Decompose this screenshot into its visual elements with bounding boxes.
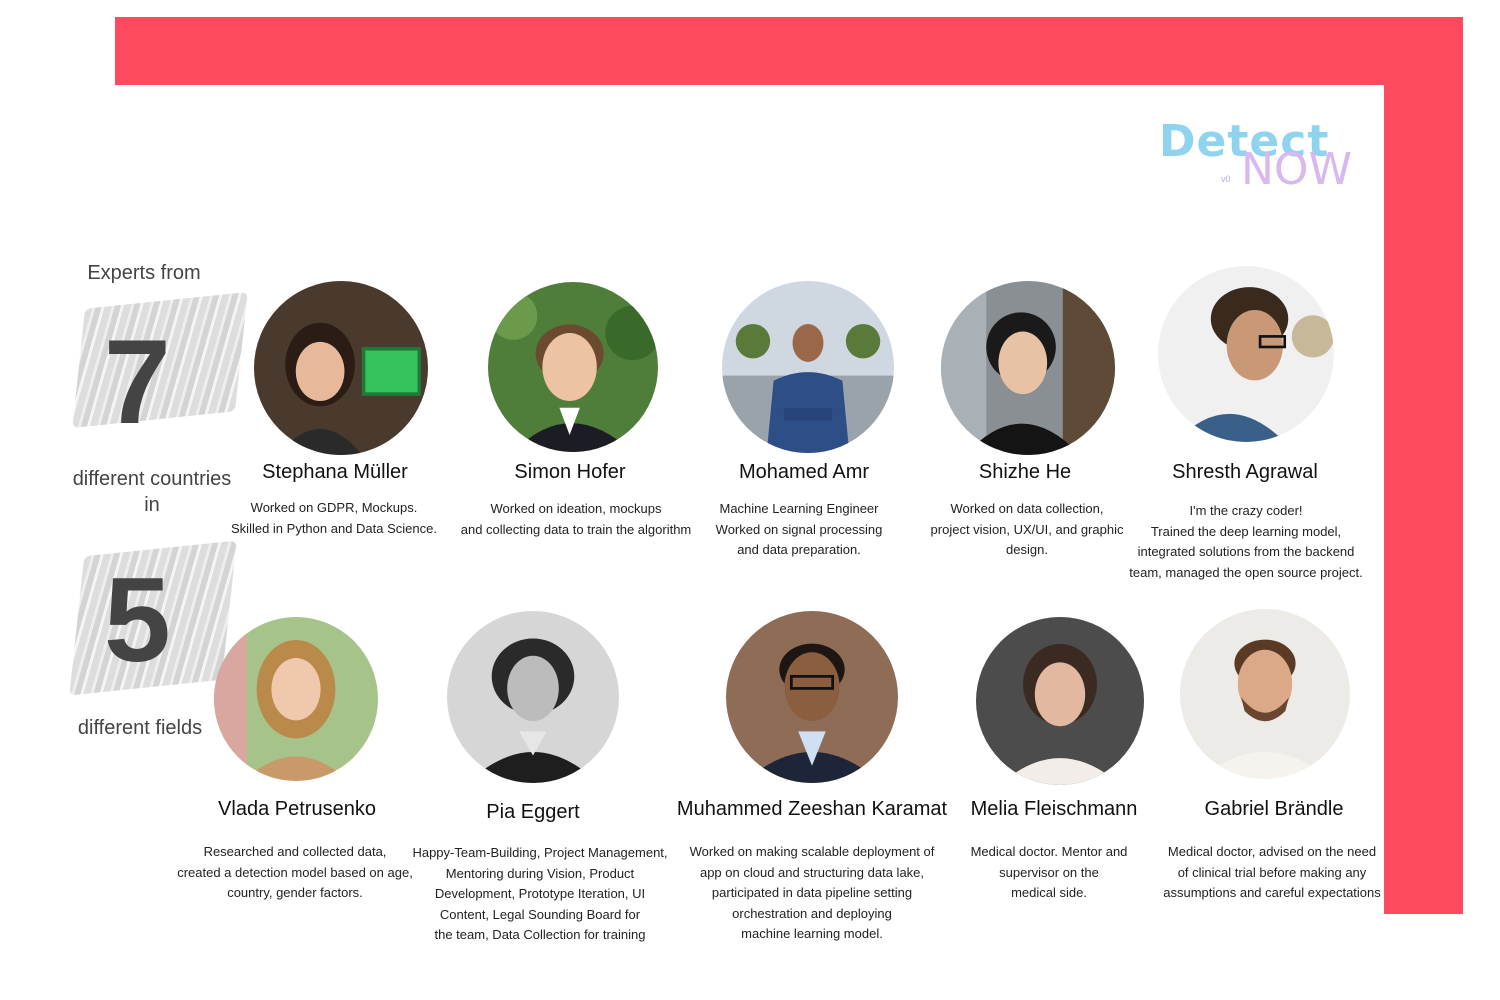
description-line: Worked on making scalable deployment of bbox=[689, 844, 935, 859]
logo-version: v0 bbox=[1221, 174, 1231, 184]
avatar-mohamed bbox=[722, 281, 894, 453]
person-name: Shizhe He bbox=[978, 461, 1072, 483]
description-line: Machine Learning Engineer bbox=[719, 501, 879, 516]
description-line: and collecting data to train the algorit… bbox=[460, 521, 692, 537]
person-description: Machine Learning Engineer Worked on sign… bbox=[716, 499, 883, 561]
description-line: Medical doctor, advised on the need bbox=[1167, 844, 1377, 859]
person-description: Worked on GDPR, Mockups. Skilled in Pyth… bbox=[231, 498, 437, 539]
person-name: Gabriel Brändle bbox=[1204, 798, 1344, 820]
person-name: Mohamed Amr bbox=[738, 461, 870, 483]
description-line: and data preparation. bbox=[737, 542, 861, 557]
description-line: participated in data pipeline setting bbox=[711, 885, 913, 900]
description-line: Worked on ideation, mockups bbox=[490, 501, 662, 516]
person-description: Medical doctor. Mentor and supervisor on… bbox=[971, 842, 1128, 904]
description-line: design. bbox=[1006, 542, 1048, 557]
avatar-shresth bbox=[1158, 266, 1334, 442]
description-line: team, managed the open source project. bbox=[1129, 564, 1363, 580]
description-line: of clinical trial before making any bbox=[1177, 864, 1367, 880]
experts-from-label: Experts from bbox=[87, 262, 201, 284]
in-label: in bbox=[144, 494, 160, 516]
description-line: Researched and collected data, bbox=[203, 844, 387, 859]
description-line: Trained the deep learning model, bbox=[1150, 523, 1342, 539]
description-line: orchestration and deploying bbox=[732, 905, 892, 921]
description-line: Happy-Team-Building, Project Management, bbox=[412, 845, 668, 860]
avatar-muhammed bbox=[726, 611, 898, 783]
avatar-pia bbox=[447, 611, 619, 783]
avatar-stephana bbox=[254, 281, 428, 455]
person-description: Researched and collected data, created a… bbox=[177, 842, 413, 904]
description-line: Medical doctor. Mentor and bbox=[970, 844, 1128, 859]
avatar-vlada bbox=[214, 617, 378, 781]
description-line: machine learning model. bbox=[741, 926, 883, 941]
person-description: Worked on ideation, mockups and collecti… bbox=[461, 499, 692, 540]
avatar-gabriel bbox=[1180, 609, 1350, 779]
countries-label: different countries bbox=[72, 468, 232, 490]
person-name: Muhammed Zeeshan Karamat bbox=[676, 798, 948, 820]
description-line: Development, Prototype Iteration, UI bbox=[434, 886, 646, 901]
person-name: Simon Hofer bbox=[514, 461, 626, 483]
fields-number: 5 bbox=[104, 553, 171, 687]
description-line: the team, Data Collection for training bbox=[434, 927, 646, 942]
description-line: app on cloud and structuring data lake, bbox=[699, 864, 925, 880]
description-line: supervisor on the bbox=[999, 864, 1099, 880]
detectnow-logo: Detect v0 NOW bbox=[1155, 110, 1355, 200]
description-line: created a detection model based on age, bbox=[177, 864, 413, 880]
person-description: I'm the crazy coder! Trained the deep le… bbox=[1129, 501, 1362, 583]
avatar-shizhe bbox=[941, 281, 1115, 455]
person-name: Vlada Petrusenko bbox=[218, 798, 376, 820]
description-line: Worked on GDPR, Mockups. bbox=[250, 500, 418, 515]
description-line: I'm the crazy coder! bbox=[1189, 503, 1303, 518]
description-line: integrated solutions from the backend bbox=[1137, 544, 1355, 559]
person-description: Worked on making scalable deployment of … bbox=[690, 842, 935, 945]
description-line: Mentoring during Vision, Product bbox=[445, 865, 635, 881]
person-name: Stephana Müller bbox=[262, 461, 408, 483]
description-line: medical side. bbox=[1011, 885, 1087, 900]
fields-label: different fields bbox=[77, 717, 203, 739]
accent-frame-top bbox=[115, 17, 1463, 85]
person-description: Worked on data collection, project visio… bbox=[931, 499, 1124, 561]
countries-number: 7 bbox=[104, 315, 171, 449]
description-line: Skilled in Python and Data Science. bbox=[231, 520, 437, 536]
description-line: Content, Legal Sounding Board for bbox=[439, 906, 641, 922]
person-description: Happy-Team-Building, Project Management,… bbox=[412, 843, 667, 946]
description-line: Worked on data collection, bbox=[950, 501, 1104, 516]
person-name: Shresth Agrawal bbox=[1172, 461, 1318, 483]
accent-frame-right bbox=[1384, 17, 1463, 914]
description-line: assumptions and careful expectations bbox=[1163, 885, 1381, 900]
logo-word-now: NOW bbox=[1241, 144, 1353, 195]
person-name: Pia Eggert bbox=[486, 801, 580, 823]
avatar-simon bbox=[488, 282, 658, 452]
description-line: country, gender factors. bbox=[227, 885, 363, 900]
person-name: Melia Fleischmann bbox=[970, 798, 1138, 820]
person-description: Medical doctor, advised on the need of c… bbox=[1163, 842, 1381, 904]
description-line: project vision, UX/UI, and graphic bbox=[930, 521, 1124, 537]
description-line: Worked on signal processing bbox=[715, 521, 883, 537]
avatar-melia bbox=[976, 617, 1144, 785]
